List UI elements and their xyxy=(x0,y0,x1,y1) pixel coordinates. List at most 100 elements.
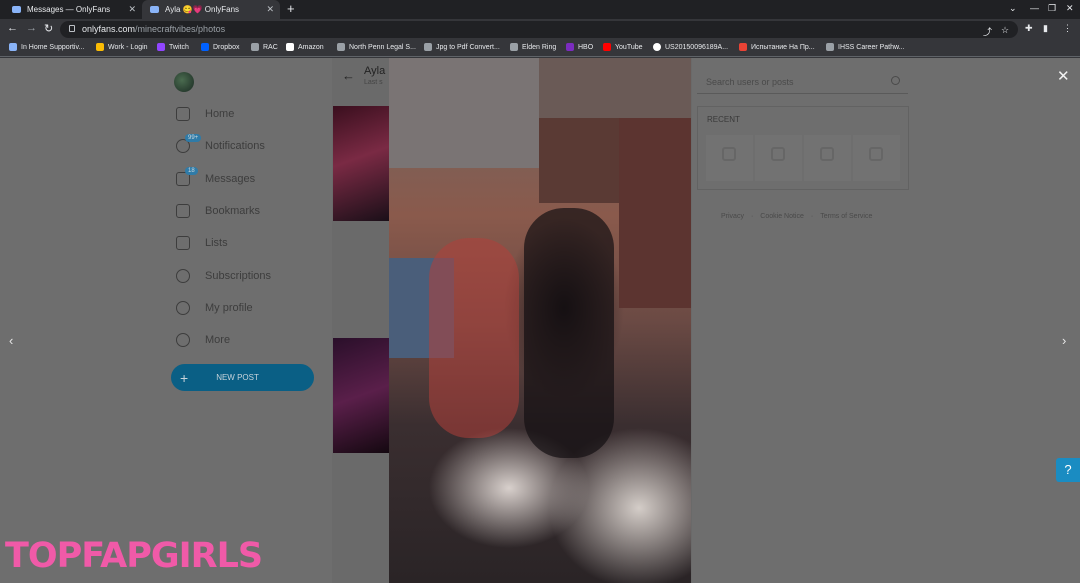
menu-icon[interactable]: ⋮ xyxy=(1063,23,1072,34)
sidebar-item-subscriptions[interactable]: Subscriptions xyxy=(176,269,271,283)
more-icon xyxy=(176,333,190,347)
side-panel-icon[interactable]: ▮ xyxy=(1043,23,1048,34)
footer-link-terms[interactable]: Terms of Service xyxy=(820,213,872,220)
bookmark-item[interactable]: Amazon xyxy=(286,43,324,51)
twitch-icon xyxy=(157,43,165,51)
google-icon xyxy=(653,43,661,51)
bookmark-item[interactable]: In Home Supportiv... xyxy=(9,43,84,51)
new-post-button[interactable]: + NEW POST xyxy=(171,364,314,391)
back-icon[interactable]: ← xyxy=(7,22,18,34)
back-arrow-icon[interactable]: ← xyxy=(342,68,355,83)
wall-poster xyxy=(539,58,691,118)
tab-close-icon[interactable]: ✕ xyxy=(266,4,274,15)
list-icon xyxy=(176,236,190,250)
search-input[interactable]: Search users or posts xyxy=(697,70,908,94)
dropbox-icon xyxy=(201,43,209,51)
sidebar-item-messages[interactable]: 18 Messages xyxy=(176,167,255,186)
lock-icon xyxy=(820,147,834,161)
recent-thumbnail[interactable] xyxy=(755,135,802,181)
bookmark-item[interactable]: Dropbox xyxy=(201,43,239,51)
photo-thumbnail[interactable] xyxy=(333,338,389,453)
url-text[interactable]: onlyfans.com/minecraftvibes/photos xyxy=(82,24,225,34)
onlyfans-favicon-icon xyxy=(12,6,21,13)
star-icon[interactable]: ☆ xyxy=(1001,25,1009,36)
lock-icon xyxy=(722,147,736,161)
bookmark-item[interactable]: Work - Login xyxy=(96,43,148,51)
sidebar-item-label: Notifications xyxy=(205,140,265,152)
page-content: Home 99+ Notifications 18 Messages Bookm… xyxy=(0,58,1080,583)
browser-tab-active[interactable]: Ayla 😋💗 OnlyFans ✕ xyxy=(142,0,280,19)
tab-close-icon[interactable]: ✕ xyxy=(128,4,136,15)
notification-badge: 99+ xyxy=(185,134,202,142)
extensions-icon[interactable]: ✚ xyxy=(1025,23,1033,34)
browser-tab[interactable]: Messages — OnlyFans ✕ xyxy=(4,0,142,19)
footer-link-cookie-notice[interactable]: Cookie Notice xyxy=(760,213,804,220)
onlyfans-favicon-icon xyxy=(150,6,159,13)
recent-thumbnail[interactable] xyxy=(804,135,851,181)
sidebar-item-bookmarks[interactable]: Bookmarks xyxy=(176,204,260,218)
forward-icon[interactable]: → xyxy=(26,22,37,34)
footer-links: Privacy · Cookie Notice · Terms of Servi… xyxy=(721,213,872,220)
next-arrow-icon[interactable]: › xyxy=(1062,333,1066,348)
window-close-icon[interactable]: ✕ xyxy=(1066,3,1074,14)
recent-panel: RECENT xyxy=(697,106,909,190)
tab-search-icon[interactable]: ⌄ xyxy=(1009,3,1017,14)
bookmark-item[interactable]: RAC xyxy=(251,43,278,51)
lightbox-photo[interactable] xyxy=(389,58,691,583)
wall-poster xyxy=(389,58,539,168)
sidebar-item-label: Bookmarks xyxy=(205,205,261,217)
sidebar-item-my-profile[interactable]: My profile xyxy=(176,301,253,315)
sidebar-item-label: My profile xyxy=(205,302,253,314)
tab-title: Messages — OnlyFans xyxy=(27,5,111,14)
watermark: TOPFAPGIRLS xyxy=(5,536,263,576)
photo-thumbnail[interactable] xyxy=(333,106,389,221)
sidebar-item-label: Home xyxy=(205,108,235,120)
previous-arrow-icon[interactable]: ‹ xyxy=(9,333,13,348)
browser-toolbar: ← → ↻ onlyfans.com/minecraftvibes/photos… xyxy=(0,19,1080,40)
browser-tab-bar: Messages — OnlyFans ✕ Ayla 😋💗 OnlyFans ✕… xyxy=(0,0,1080,19)
bookmark-item[interactable]: Twitch xyxy=(157,43,189,51)
profile-icon xyxy=(176,301,190,315)
bookmark-favicon-icon xyxy=(337,43,345,51)
profile-name: Ayla xyxy=(364,65,386,77)
bookmark-item[interactable]: US20150096189A... xyxy=(653,43,728,51)
bookmark-favicon-icon xyxy=(424,43,432,51)
wall-poster xyxy=(619,118,691,308)
bookmark-item[interactable]: Испытание На Пр... xyxy=(739,43,815,51)
sidebar-item-more[interactable]: More xyxy=(176,333,230,347)
shield-icon xyxy=(739,43,747,51)
footer-separator: · xyxy=(810,213,814,220)
bookmark-item[interactable]: Jpg to Pdf Convert... xyxy=(424,43,500,51)
avatar[interactable] xyxy=(174,72,194,92)
share-icon[interactable]: ⤴ xyxy=(983,25,992,38)
search-placeholder: Search users or posts xyxy=(706,77,794,87)
sidebar-item-lists[interactable]: Lists xyxy=(176,236,228,250)
hbo-icon xyxy=(566,43,574,51)
youtube-icon xyxy=(603,43,611,51)
plus-icon: + xyxy=(180,369,189,386)
new-tab-button[interactable]: + xyxy=(287,1,295,16)
restore-icon[interactable]: ❐ xyxy=(1048,3,1056,14)
sidebar-item-home[interactable]: Home xyxy=(176,107,234,121)
new-post-label: NEW POST xyxy=(216,373,259,382)
bookmark-item[interactable]: North Penn Legal S... xyxy=(337,43,416,51)
help-button[interactable]: ? xyxy=(1056,458,1080,482)
recent-thumbnail[interactable] xyxy=(853,135,900,181)
bookmark-item[interactable]: IHSS Career Pathw... xyxy=(826,43,905,51)
bookmark-item[interactable]: HBO xyxy=(566,43,593,51)
amazon-icon xyxy=(286,43,294,51)
sidebar-item-notifications[interactable]: 99+ Notifications xyxy=(176,134,265,153)
bookmark-item[interactable]: YouTube xyxy=(603,43,643,51)
recent-thumbnail[interactable] xyxy=(706,135,753,181)
address-bar[interactable]: onlyfans.com/minecraftvibes/photos ⤴ ☆ xyxy=(60,21,1018,38)
search-icon[interactable] xyxy=(891,76,900,85)
tab-title: Ayla 😋💗 OnlyFans xyxy=(165,5,240,14)
home-icon xyxy=(176,107,190,121)
bookmarks-bar: In Home Supportiv... Work - Login Twitch… xyxy=(0,40,1080,57)
close-lightbox-icon[interactable]: ✕ xyxy=(1057,67,1070,85)
minimize-icon[interactable]: — xyxy=(1030,3,1039,13)
bookmark-item[interactable]: Elden Ring xyxy=(510,43,556,51)
footer-link-privacy[interactable]: Privacy xyxy=(721,213,744,220)
reload-icon[interactable]: ↻ xyxy=(44,22,53,35)
person-left xyxy=(429,238,519,438)
